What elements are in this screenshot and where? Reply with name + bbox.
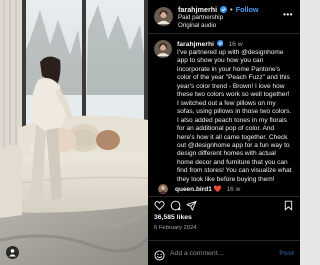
paper-plane-icon[interactable] — [186, 200, 197, 211]
separator-dot: • — [230, 5, 233, 14]
comment-username[interactable]: queen.bird1 — [175, 186, 212, 193]
caption-username[interactable]: farahjmerhi — [177, 41, 214, 48]
verified-badge-icon — [220, 5, 228, 13]
paid-partnership-link[interactable]: Paid partnership — [178, 14, 223, 21]
follow-button[interactable]: Follow — [236, 5, 259, 14]
caption-text: I've partnered up with @designhome app t… — [177, 49, 292, 183]
post-panel: farahjmerhi • Follow Paid partnership Or… — [148, 0, 300, 265]
comment-composer: Post — [148, 240, 300, 265]
post-media[interactable] — [0, 0, 148, 265]
heart-icon[interactable] — [154, 200, 165, 211]
speech-bubble-icon[interactable] — [170, 200, 181, 211]
smiley-icon[interactable] — [154, 248, 165, 261]
username-link[interactable]: farahjmerhi — [178, 5, 217, 14]
post-date: 6 February 2024 — [154, 225, 197, 231]
action-bar — [148, 196, 300, 212]
post-photo — [0, 0, 148, 265]
avatar[interactable] — [154, 40, 172, 58]
likes-count[interactable]: 36,585 likes — [154, 214, 192, 221]
verified-badge-icon — [216, 40, 224, 47]
post-comment-button[interactable]: Post — [279, 250, 294, 257]
ellipsis-icon[interactable]: ••• — [283, 10, 293, 19]
comment-time: 16 w — [226, 186, 241, 193]
audio-link[interactable]: Original audio — [178, 22, 216, 29]
person-icon[interactable] — [6, 246, 19, 259]
caption-time: 16 w — [228, 41, 243, 48]
comment-input[interactable] — [170, 247, 270, 260]
comment-item: queen.bird1 ❤️ 16 w — [148, 183, 300, 195]
post-header: farahjmerhi • Follow Paid partnership Or… — [148, 0, 300, 34]
avatar[interactable] — [158, 184, 168, 194]
comment-text: ❤️ — [213, 186, 222, 193]
bookmark-icon[interactable] — [283, 200, 294, 211]
avatar[interactable] — [154, 7, 173, 26]
